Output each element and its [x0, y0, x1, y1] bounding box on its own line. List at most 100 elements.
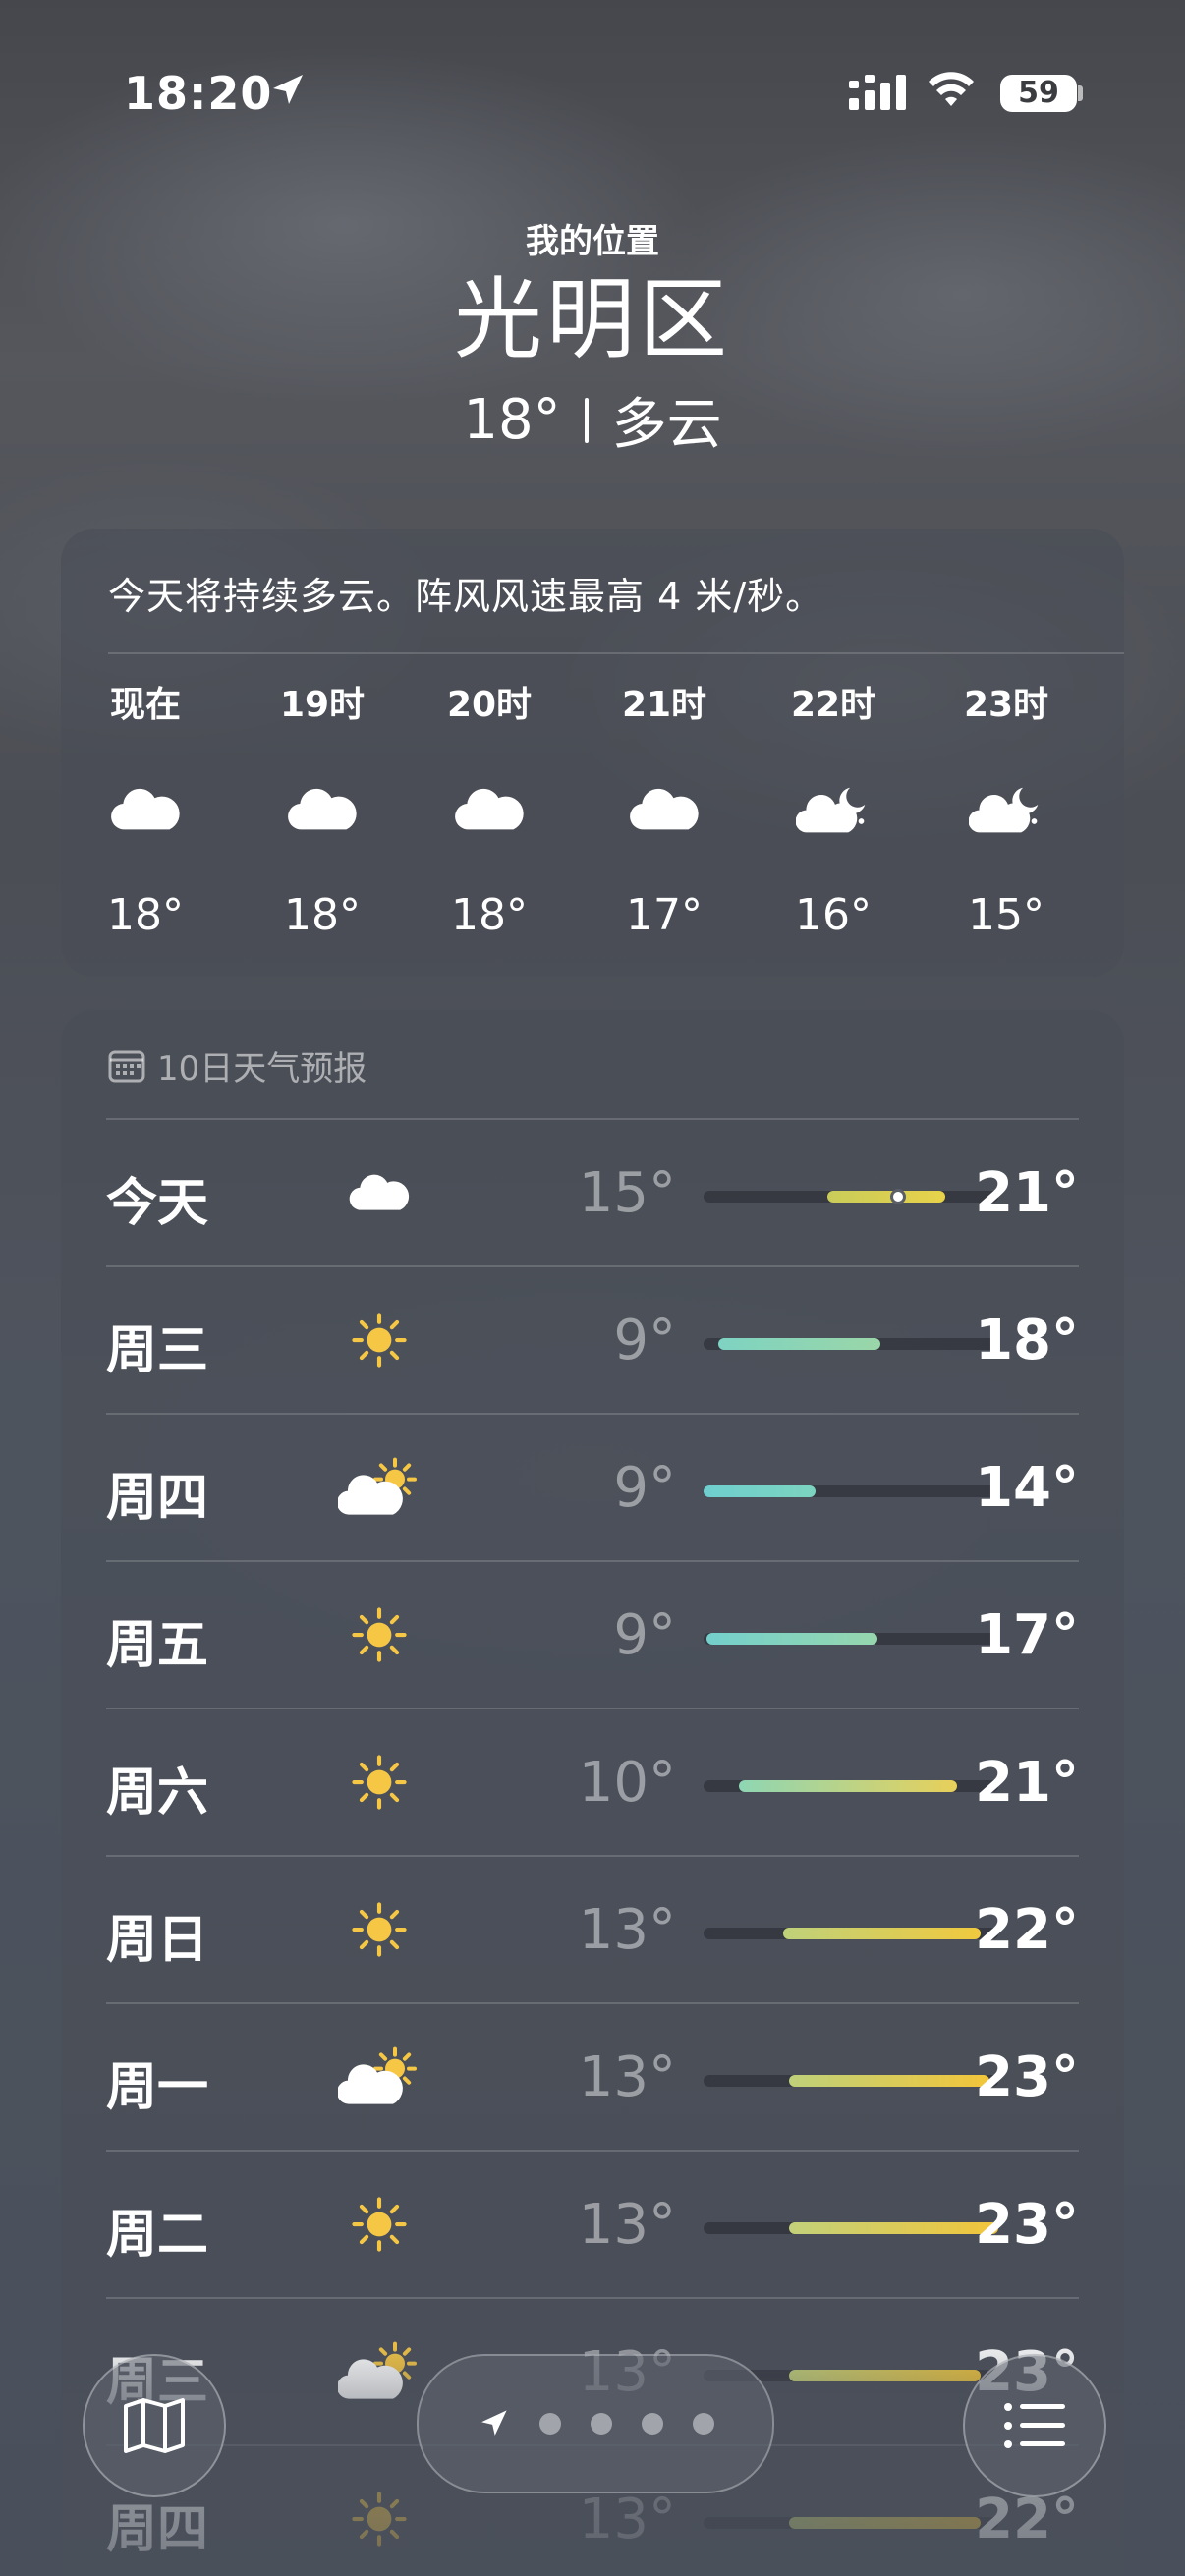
daily-row[interactable]: 周二 13° 23° — [106, 2150, 1079, 2297]
current-temp-dot — [890, 1189, 906, 1204]
day-label: 周一 — [106, 2058, 209, 2117]
row-divider — [106, 2297, 1079, 2299]
location-arrow-icon — [273, 75, 303, 104]
ten-day-title-text: 10日天气预报 — [157, 1049, 367, 1089]
signal-icon — [849, 75, 906, 110]
page-dot[interactable] — [693, 2413, 714, 2435]
high-temperature: 23° — [975, 2193, 1079, 2257]
hourly-item: 20时 18° — [416, 676, 563, 940]
high-temperature: 21° — [975, 1751, 1079, 1815]
wifi-icon — [929, 72, 974, 106]
battery-tip — [1078, 85, 1083, 101]
temperature-range-bar — [704, 1485, 998, 1497]
high-temperature: 21° — [975, 1161, 1079, 1225]
high-temperature: 23° — [975, 2045, 1079, 2109]
row-divider — [106, 1708, 1079, 1709]
row-divider — [106, 1855, 1079, 1857]
temperature-range-fill — [827, 1191, 945, 1203]
low-temperature: 10° — [578, 1751, 676, 1815]
cloud-icon — [416, 766, 563, 855]
daily-row[interactable]: 周五 9° 17° — [106, 1560, 1079, 1708]
hour-temperature: 16° — [795, 890, 872, 940]
cloud-icon — [591, 766, 738, 855]
low-temperature: 13° — [578, 2193, 676, 2257]
temperature-range-bar — [704, 1189, 998, 1204]
day-label: 周日 — [106, 1911, 209, 1970]
hour-label: 20时 — [446, 685, 533, 725]
temperature-range-fill — [704, 1485, 816, 1497]
temperature-range-bar — [704, 1633, 998, 1645]
day-label: 周六 — [106, 1764, 209, 1822]
hour-label: 23时 — [963, 685, 1049, 725]
hourly-forecast-card[interactable]: 今天将持续多云。阵风风速最高 4 米/秒。 现在 18° 19时 18° 20时 1… — [61, 529, 1124, 977]
map-button[interactable] — [83, 2354, 226, 2497]
temperature-range-fill — [739, 1780, 957, 1792]
daily-row[interactable]: 周六 10° 21° — [106, 1708, 1079, 1855]
row-divider — [106, 1118, 1079, 1120]
hour-temperature: 18° — [451, 890, 528, 940]
temperature-range-fill — [783, 1928, 981, 1939]
page-dot[interactable] — [591, 2413, 612, 2435]
hour-temperature: 18° — [107, 890, 184, 940]
row-divider — [106, 2002, 1079, 2004]
current-condition: 多云 — [611, 393, 722, 457]
cloud-moon-icon — [932, 766, 1080, 855]
low-temperature: 13° — [578, 2045, 676, 2109]
high-temperature: 14° — [975, 1456, 1079, 1520]
hourly-divider — [108, 652, 1124, 654]
hourly-summary: 今天将持续多云。阵风风速最高 4 米/秒。 — [108, 575, 824, 618]
hour-temperature: 17° — [626, 890, 703, 940]
temperature-range-fill — [789, 2222, 998, 2234]
hour-label: 22时 — [790, 685, 876, 725]
high-temperature: 17° — [975, 1603, 1079, 1667]
row-divider — [106, 1560, 1079, 1562]
location-arrow-icon[interactable] — [477, 2407, 510, 2440]
temperature-range-fill — [718, 1338, 880, 1350]
list-icon — [1004, 2403, 1065, 2448]
low-temperature: 9° — [613, 1456, 676, 1520]
hour-label: 19时 — [279, 685, 366, 725]
day-label: 周五 — [106, 1616, 209, 1675]
status-bar: 18:20 59 — [0, 61, 1185, 130]
current-temperature: 18° — [463, 388, 561, 452]
day-label: 周四 — [106, 1469, 209, 1528]
row-divider — [106, 1265, 1079, 1267]
city-list-button[interactable] — [963, 2354, 1106, 2497]
current-conditions: 18° 多云 — [0, 380, 1185, 460]
hourly-item: 21时 17° — [591, 676, 738, 940]
hour-label: 现在 — [109, 685, 181, 725]
city-name: 光明区 — [454, 268, 731, 371]
hourly-item: 19时 18° — [249, 676, 396, 940]
cloud-moon-icon — [760, 766, 907, 855]
hour-temperature: 18° — [284, 890, 361, 940]
hour-label: 21时 — [621, 685, 707, 725]
page-indicator[interactable] — [417, 2354, 774, 2493]
calendar-icon — [108, 1050, 145, 1082]
hourly-item: 22时 16° — [760, 676, 907, 940]
status-time: 18:20 — [124, 67, 273, 120]
location-header: 我的位置 光明区 18° 多云 — [0, 214, 1185, 460]
cloud-icon — [72, 766, 219, 855]
page-dot[interactable] — [642, 2413, 663, 2435]
high-temperature: 18° — [975, 1309, 1079, 1372]
temperature-range-bar — [704, 2222, 998, 2234]
low-temperature: 9° — [613, 1603, 676, 1667]
daily-row[interactable]: 周三 9° 18° — [106, 1265, 1079, 1413]
low-temperature: 9° — [613, 1309, 676, 1372]
daily-row[interactable]: 今天 15° 21° — [106, 1118, 1079, 1265]
temperature-range-bar — [704, 1338, 998, 1350]
hourly-item: 23时 15° — [932, 676, 1080, 940]
daily-row[interactable]: 周一 13° 23° — [106, 2002, 1079, 2150]
high-temperature: 22° — [975, 1898, 1079, 1962]
cloud-icon — [249, 766, 396, 855]
temperature-range-fill — [706, 1633, 877, 1645]
daily-row[interactable]: 周日 13° 22° — [106, 1855, 1079, 2002]
battery-level: 59 — [1000, 75, 1077, 112]
page-dot[interactable] — [539, 2413, 561, 2435]
daily-row[interactable]: 周四 9° 14° — [106, 1413, 1079, 1560]
low-temperature: 15° — [578, 1161, 676, 1225]
hourly-item: 现在 18° — [72, 676, 219, 940]
temperature-range-fill — [789, 2075, 989, 2087]
day-label: 周三 — [106, 1321, 209, 1380]
temperature-range-bar — [704, 2075, 998, 2087]
